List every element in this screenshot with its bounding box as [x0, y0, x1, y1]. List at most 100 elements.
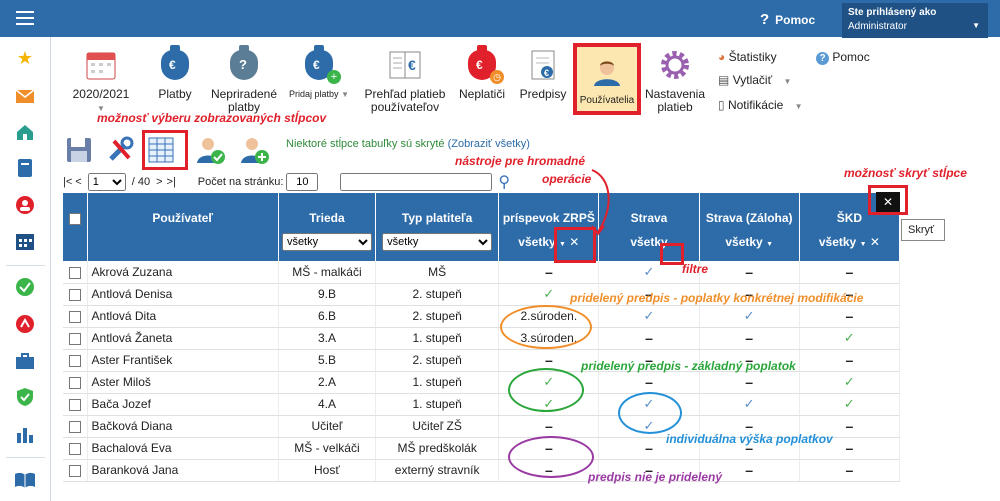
row-checkbox-cell — [63, 393, 88, 416]
row-checkbox[interactable] — [68, 354, 81, 367]
tools-icon[interactable] — [103, 133, 137, 167]
statistics-label: Štatistiky — [728, 50, 777, 64]
help-link[interactable]: ? Pomoc — [760, 11, 815, 28]
unassigned-payments-button[interactable]: ? Nepriradené platby — [208, 45, 280, 114]
first-page-button[interactable]: |< — [63, 176, 72, 188]
contact-icon[interactable] — [14, 194, 36, 216]
help-ribbon-link[interactable]: ? Pomoc — [816, 50, 870, 65]
payments-button[interactable]: € Platby — [152, 45, 198, 101]
zrps-filter[interactable]: všetky — [518, 235, 555, 249]
statistics-link[interactable]: ◕ Štatistiky — [718, 50, 777, 64]
table-row[interactable]: Akrová Zuzana MŠ - malkáči MŠ – ✓ – – — [63, 261, 901, 284]
dash-icon: – — [845, 263, 854, 280]
class-cell: 9.B — [278, 283, 377, 306]
class-filter[interactable]: všetky — [281, 233, 372, 251]
bar-chart-icon[interactable] — [14, 423, 36, 445]
shield-check-icon[interactable] — [14, 386, 36, 408]
help-icon: ? — [816, 52, 829, 65]
select-all-checkbox[interactable] — [68, 212, 81, 225]
book-icon[interactable] — [14, 469, 36, 491]
user-add-icon[interactable] — [238, 133, 272, 167]
document-euro-icon: € — [531, 50, 555, 80]
payment-settings-button[interactable]: Nastavenia platieb — [640, 48, 710, 114]
food-deposit-filter[interactable]: všetky — [725, 235, 762, 249]
row-checkbox[interactable] — [68, 376, 81, 389]
print-link[interactable]: ▤ Vytlačiť ▼ — [718, 73, 791, 87]
row-checkbox[interactable] — [68, 310, 81, 323]
table-row[interactable]: Antlová Žaneta 3.A 1. stupeň 3.súroden. – – ✓ — [63, 327, 901, 350]
payer-type-cell: Učiteľ ZŠ — [375, 415, 500, 438]
prev-page-button[interactable]: < — [75, 176, 81, 188]
chevron-down-icon[interactable]: ▼ — [766, 241, 773, 248]
row-checkbox[interactable] — [68, 266, 81, 279]
book-euro-icon: € — [389, 51, 421, 79]
user-name-cell: Bachalová Eva — [87, 437, 279, 460]
col-payer-type-label: Typ platiteľa — [401, 211, 473, 225]
ribbon-label: Predpisy — [519, 87, 567, 101]
save-icon[interactable] — [62, 133, 96, 167]
briefcase-icon[interactable] — [14, 350, 36, 372]
tools-icon[interactable]: ✕ — [870, 235, 880, 249]
user-menu[interactable]: Ste prihlásený ako Administrator ▼ — [842, 3, 988, 38]
dash-icon: – — [544, 418, 553, 434]
sidebar: ★ — [0, 37, 51, 501]
per-page-input[interactable] — [286, 173, 319, 191]
table-row[interactable]: Aster Miloš 2.A 1. stupeň ✓ – – ✓ — [63, 371, 901, 394]
ribbon-label: Nepriradené platby — [210, 87, 278, 114]
non-payers-button[interactable]: € ◷ Neplatiči — [456, 45, 508, 101]
hidden-columns-note: Niektoré stĺpce tabuľky sú skryté (Zobra… — [286, 138, 530, 150]
check-circle-icon[interactable] — [14, 276, 36, 298]
row-checkbox[interactable] — [68, 332, 81, 345]
school-year-button[interactable]: 2020/2021 ▼ — [70, 48, 132, 115]
row-checkbox[interactable] — [68, 288, 81, 301]
annotation-individual: individuálna výška poplatkov — [666, 432, 833, 446]
money-bag-add-icon: € + — [305, 45, 341, 84]
note-text: Niektoré stĺpce tabuľky sú skryté — [286, 138, 445, 150]
class-cell: Hosť — [278, 459, 377, 482]
payer-type-cell: MŠ — [375, 261, 500, 284]
row-checkbox[interactable] — [68, 398, 81, 411]
payer-type-cell: 2. stupeň — [375, 283, 500, 306]
row-checkbox-cell — [63, 415, 88, 438]
zaloha-cell: ✓ — [699, 393, 800, 416]
notebook-icon[interactable] — [14, 157, 36, 179]
ribbon-label: Prehľad platieb používateľov — [364, 87, 446, 114]
last-page-button[interactable]: >| — [167, 176, 176, 188]
table-row[interactable]: Antlová Dita 6.B 2. stupeň 2.súroden. ✓ ✓ – — [63, 305, 901, 328]
next-page-button[interactable]: > — [156, 176, 162, 188]
users-button[interactable]: Používatelia — [573, 43, 641, 115]
notifications-link[interactable]: ▯ Notifikácie ▼ — [718, 98, 803, 112]
hamburger-menu-icon[interactable] — [16, 11, 34, 25]
skd-filter[interactable]: všetky — [819, 235, 856, 249]
chevron-down-icon[interactable]: ▼ — [860, 241, 867, 248]
page-select[interactable]: 1 — [87, 173, 126, 191]
skd-cell: – — [799, 261, 901, 284]
add-payments-button[interactable]: € + Pridaj platby ▼ — [288, 45, 350, 101]
check-blue-icon: ✓ — [743, 308, 755, 323]
table-row[interactable]: Baranková Jana Hosť externý stravník – – – – — [63, 459, 901, 482]
class-cell: 5.B — [278, 349, 377, 372]
row-checkbox[interactable] — [68, 464, 81, 477]
show-all-link[interactable]: (Zobraziť všetky) — [448, 138, 530, 150]
search-icon[interactable]: ⚲ — [498, 172, 510, 192]
prescriptions-button[interactable]: € Predpisy — [518, 48, 568, 101]
col-class: Trieda všetky — [278, 193, 377, 261]
class-cell: MŠ - malkáči — [278, 261, 377, 284]
payer-type-cell: 1. stupeň — [375, 327, 500, 350]
calendar-icon[interactable] — [14, 230, 36, 252]
svg-text:€: € — [544, 68, 549, 78]
home-icon[interactable] — [14, 121, 36, 143]
search-input[interactable] — [340, 173, 493, 191]
star-icon[interactable]: ★ — [14, 47, 36, 69]
row-checkbox[interactable] — [68, 442, 81, 455]
check-icon: ✓ — [843, 330, 855, 345]
mail-icon[interactable] — [14, 85, 36, 107]
table-row[interactable]: Bača Jozef 4.A 1. stupeň ✓ ✓ ✓ ✓ — [63, 393, 901, 416]
alert-circle-icon[interactable] — [14, 313, 36, 335]
payer-type-filter[interactable]: všetky — [382, 233, 493, 251]
calendar-icon — [86, 52, 116, 80]
user-name-cell: Aster Miloš — [87, 371, 279, 394]
row-checkbox[interactable] — [68, 420, 81, 433]
user-check-icon[interactable] — [194, 133, 228, 167]
payment-overview-button[interactable]: € Prehľad platieb používateľov — [362, 48, 448, 114]
